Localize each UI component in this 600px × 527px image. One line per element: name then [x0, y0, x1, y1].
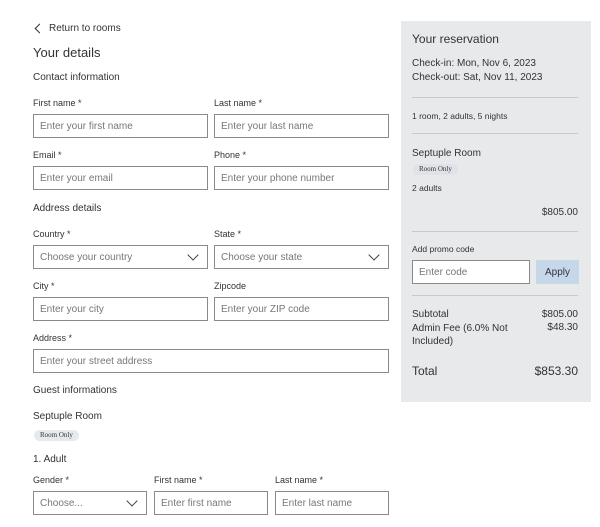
last-name-field[interactable]: [214, 114, 389, 138]
email-field[interactable]: [33, 166, 208, 190]
guest-room-name: Septuple Room: [33, 411, 102, 422]
city-input[interactable]: [40, 303, 201, 315]
subtotal-value: $805.00: [541, 309, 578, 320]
phone-label: Phone *: [214, 150, 247, 160]
city-label: City *: [33, 281, 55, 291]
city-field[interactable]: [33, 297, 208, 321]
guest-first-name-field[interactable]: [154, 491, 268, 515]
state-select[interactable]: Choose your state: [214, 245, 389, 269]
gender-select[interactable]: Choose...: [33, 491, 147, 515]
address-field[interactable]: [33, 349, 389, 373]
state-label: State *: [214, 229, 242, 239]
email-input[interactable]: [40, 172, 201, 184]
address-label: Address *: [33, 333, 73, 343]
divider: [412, 295, 578, 296]
adult-heading: 1. Adult: [33, 454, 67, 465]
phone-field[interactable]: [214, 166, 389, 190]
first-name-field[interactable]: [33, 114, 208, 138]
chevron-down-icon: [187, 249, 199, 261]
promo-label: Add promo code: [412, 244, 475, 254]
guest-room-badge: Room Only: [34, 430, 79, 441]
reservation-room-name: Septuple Room: [412, 148, 481, 159]
check-in-text: Check-in: Mon, Nov 6, 2023: [412, 58, 536, 69]
admin-fee-value: $48.30: [547, 322, 578, 333]
check-out-text: Check-out: Sat, Nov 11, 2023: [412, 72, 543, 83]
phone-input[interactable]: [221, 172, 382, 184]
chevron-down-icon: [126, 495, 138, 507]
stay-summary: 1 room, 2 adults, 5 nights: [412, 111, 508, 121]
divider: [412, 231, 578, 232]
chevron-left-icon: [34, 23, 45, 33]
guest-first-name-input[interactable]: [161, 497, 261, 509]
last-name-input[interactable]: [221, 120, 382, 132]
state-select-value: Choose your state: [221, 251, 303, 263]
subtotal-label: Subtotal: [412, 309, 449, 320]
gender-select-value: Choose...: [40, 497, 83, 509]
total-label: Total: [412, 364, 438, 378]
chevron-down-icon: [368, 249, 380, 261]
guest-first-name-label: First name *: [154, 475, 203, 485]
last-name-label: Last name *: [214, 98, 263, 108]
guest-last-name-input[interactable]: [282, 497, 382, 509]
total-value: $853.30: [534, 364, 578, 378]
address-heading: Address details: [33, 203, 102, 214]
zipcode-input[interactable]: [221, 303, 382, 315]
reservation-room-badge: Room Only: [413, 164, 458, 175]
reservation-panel: Your reservation Check-in: Mon, Nov 6, 2…: [401, 21, 591, 402]
guest-last-name-field[interactable]: [275, 491, 389, 515]
zipcode-field[interactable]: [214, 297, 389, 321]
page-title: Your details: [33, 45, 101, 60]
admin-fee-label: Admin Fee (6.0% Not Included): [412, 323, 508, 347]
room-price: $805.00: [541, 207, 578, 218]
divider: [412, 97, 578, 98]
zipcode-label: Zipcode: [214, 281, 247, 291]
return-to-rooms-link[interactable]: Return to rooms: [34, 21, 121, 35]
country-select[interactable]: Choose your country: [33, 245, 208, 269]
email-label: Email *: [33, 150, 62, 160]
return-to-rooms-label: Return to rooms: [49, 22, 121, 34]
guest-heading: Guest informations: [33, 385, 117, 396]
contact-heading: Contact information: [33, 72, 120, 83]
address-input[interactable]: [40, 355, 382, 367]
reservation-adults: 2 adults: [412, 183, 442, 193]
promo-code-input[interactable]: [419, 266, 523, 278]
gender-label: Gender *: [33, 475, 70, 485]
promo-code-field[interactable]: [412, 260, 530, 284]
first-name-label: First name *: [33, 98, 82, 108]
country-select-value: Choose your country: [40, 251, 133, 263]
first-name-input[interactable]: [40, 120, 201, 132]
divider: [412, 133, 578, 134]
reservation-title: Your reservation: [412, 32, 499, 46]
guest-last-name-label: Last name *: [275, 475, 324, 485]
apply-button[interactable]: Apply: [536, 260, 579, 284]
country-label: Country *: [33, 229, 71, 239]
